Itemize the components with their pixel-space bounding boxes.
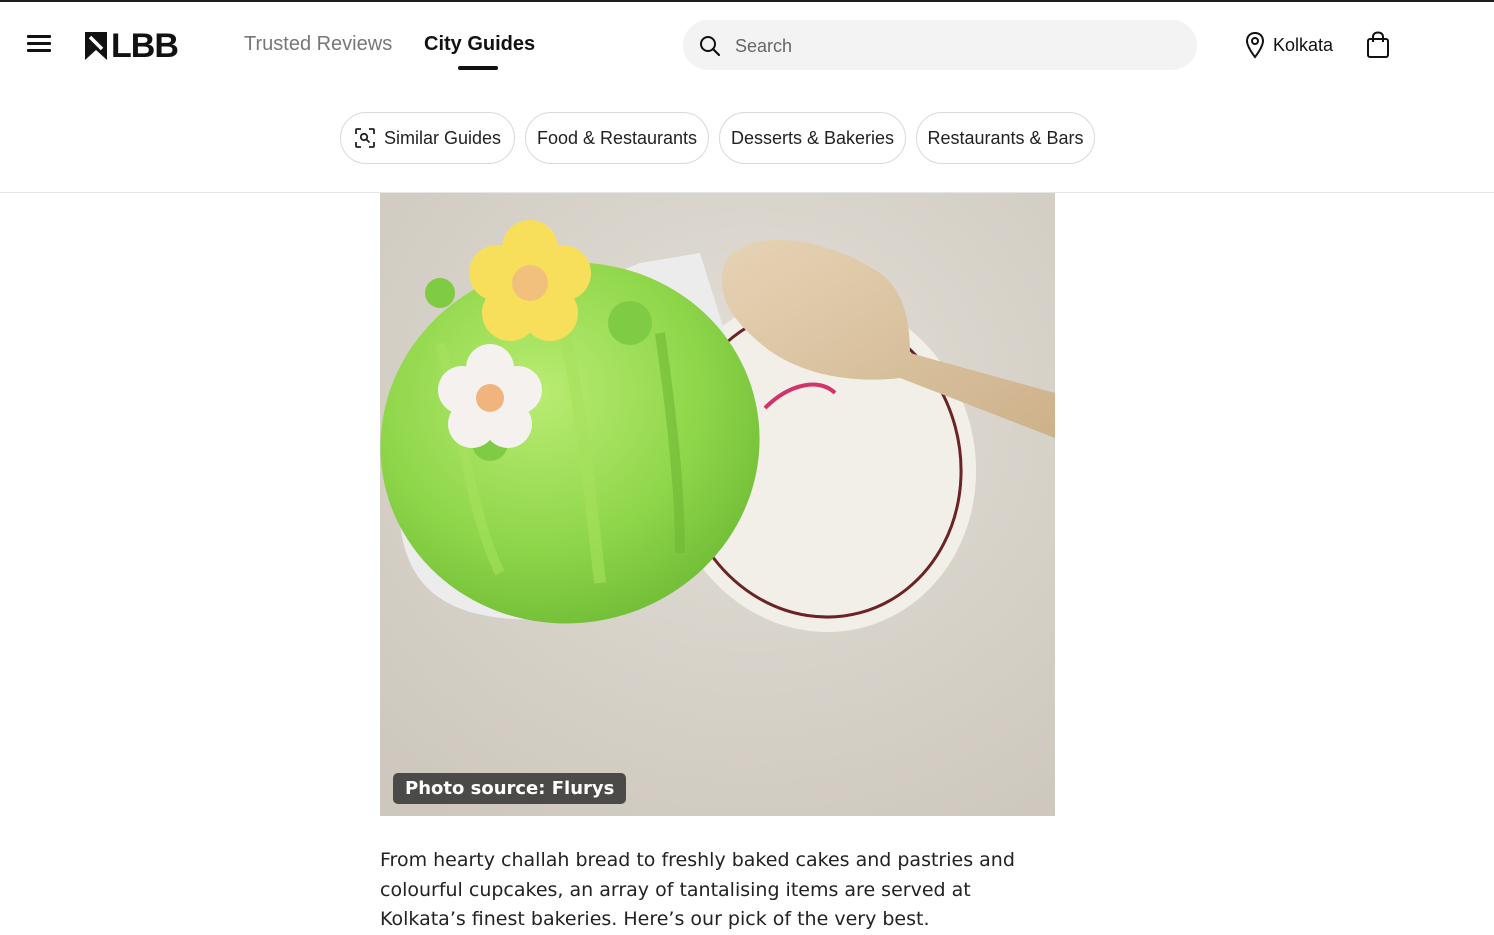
chip-similar-guides[interactable]: Similar Guides — [340, 112, 515, 164]
chip-label: Restaurants & Bars — [927, 127, 1084, 148]
logo-mark-icon — [85, 32, 107, 60]
logo-text: LBB — [111, 26, 179, 65]
shopping-bag-button[interactable] — [1366, 31, 1390, 64]
scan-search-icon — [355, 128, 375, 148]
location-selector[interactable]: Kolkata — [1245, 31, 1333, 59]
chip-food-restaurants[interactable]: Food & Restaurants — [525, 112, 709, 164]
photo-caption-source: Flurys — [551, 778, 615, 799]
article-photo: Photo source: Flurys — [380, 193, 1055, 816]
nav-city-guides[interactable]: City Guides — [424, 33, 535, 56]
cupcake-photo-illustration — [380, 193, 1055, 816]
shopping-bag-icon — [1367, 31, 1389, 58]
search-input[interactable] — [733, 20, 1177, 72]
location-label: Kolkata — [1273, 34, 1334, 55]
menu-icon[interactable] — [27, 35, 51, 53]
chip-restaurants-bars[interactable]: Restaurants & Bars — [916, 112, 1095, 164]
chip-label: Desserts & Bakeries — [730, 127, 895, 148]
nav-trusted-reviews[interactable]: Trusted Reviews — [244, 33, 392, 56]
search-icon — [700, 36, 721, 57]
chip-label: Food & Restaurants — [536, 127, 698, 148]
chip-desserts-bakeries[interactable]: Desserts & Bakeries — [719, 112, 906, 164]
chip-label: Similar Guides — [383, 127, 502, 148]
article-intro: From hearty challah bread to freshly bak… — [380, 849, 1015, 930]
category-chips-bar: Similar Guides Food & Restaurants Desser… — [0, 86, 1494, 193]
photo-caption: Photo source: Flurys — [393, 773, 627, 804]
active-tab-indicator — [458, 66, 498, 70]
lbb-logo[interactable]: LBB — [84, 26, 179, 65]
photo-caption-prefix: Photo source: — [405, 778, 546, 799]
site-header: LBB Trusted Reviews City Guides Kolkata — [0, 2, 1494, 86]
location-pin-icon — [1245, 31, 1265, 59]
search-bar[interactable] — [683, 20, 1197, 72]
